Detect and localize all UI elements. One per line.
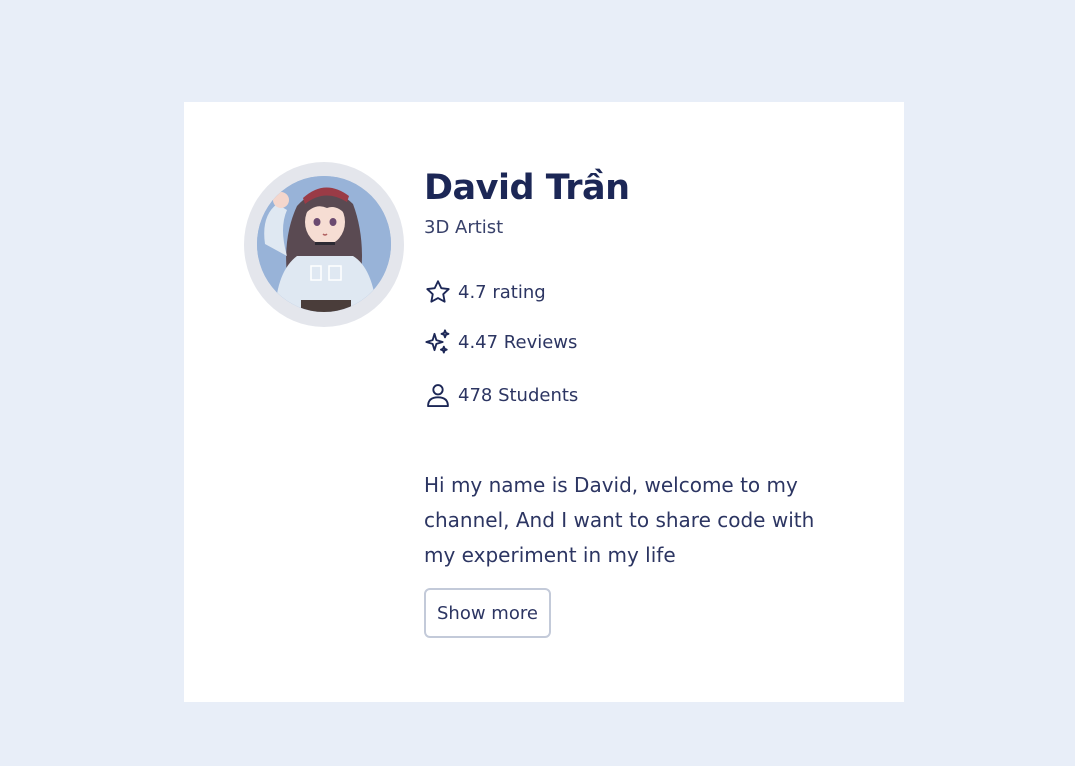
sparkles-icon	[424, 328, 452, 356]
profile-bio: Hi my name is David, welcome to my chann…	[424, 473, 815, 567]
profile-name: David Trần	[424, 168, 630, 208]
profile-card: David Trần 3D Artist 4.7 rating 4.47 Rev…	[184, 102, 904, 702]
avatar	[257, 176, 391, 312]
stat-rating-label: 4.7 rating	[458, 281, 546, 303]
profile-role: 3D Artist	[424, 217, 504, 238]
star-icon	[424, 278, 452, 306]
stat-students-label: 478 Students	[458, 384, 579, 406]
user-icon	[424, 381, 452, 409]
stat-rating: 4.7 rating	[424, 278, 546, 306]
stat-reviews: 4.47 Reviews	[424, 328, 577, 356]
show-more-button[interactable]: Show more	[424, 588, 551, 638]
avatar-illustration	[257, 176, 391, 312]
avatar-ring	[244, 162, 404, 327]
stat-students: 478 Students	[424, 381, 578, 409]
profile-info: David Trần 3D Artist 4.7 rating 4.47 Rev…	[424, 160, 844, 638]
stat-reviews-label: 4.47 Reviews	[458, 331, 578, 353]
